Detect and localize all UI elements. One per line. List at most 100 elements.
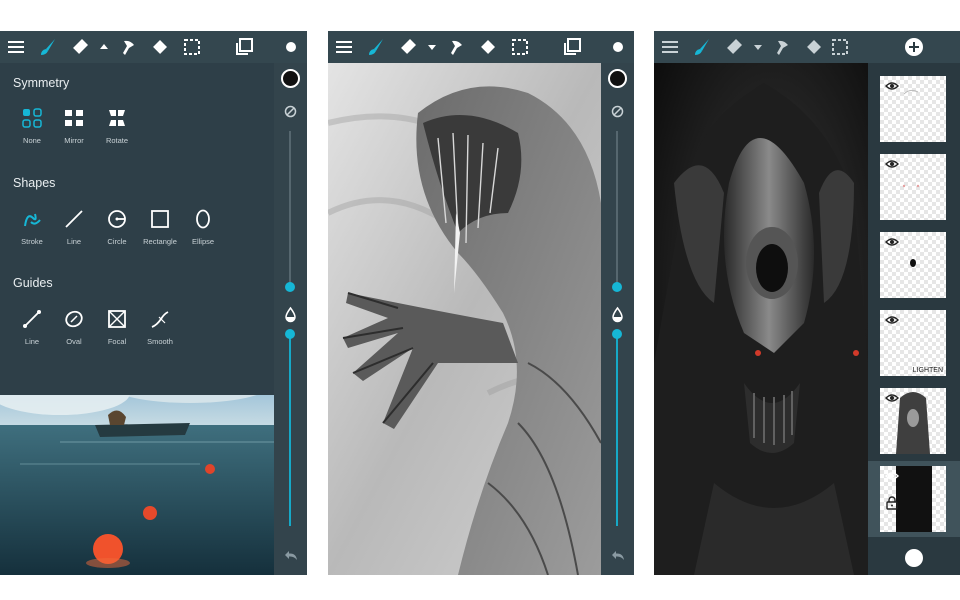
guide-focal-button[interactable]: Focal — [95, 308, 139, 346]
main-toolbar — [0, 31, 274, 63]
fill-icon[interactable] — [144, 31, 176, 63]
app-screen-drawing-canvas — [328, 31, 634, 575]
menu-icon[interactable] — [654, 31, 686, 63]
app-screen-layers-panel: LIGHTEN — [654, 31, 960, 575]
add-layer-button[interactable] — [868, 31, 960, 63]
layer-thumbnail[interactable] — [880, 76, 946, 142]
eraser-icon[interactable] — [392, 31, 424, 63]
guide-smooth-button[interactable]: Smooth — [138, 308, 182, 346]
undo-icon[interactable] — [282, 547, 299, 564]
opacity-slider-fill — [289, 333, 291, 526]
symmetry-mirror-button[interactable]: Mirror — [52, 107, 96, 145]
main-toolbar — [328, 31, 601, 63]
tool-label: Mirror — [64, 136, 84, 145]
ellipse-icon — [196, 209, 210, 229]
selection-icon[interactable] — [176, 31, 208, 63]
color-swatch[interactable] — [608, 69, 627, 88]
stroke-icon — [24, 213, 41, 227]
shape-stroke-button[interactable]: Stroke — [10, 208, 54, 246]
symmetry-rotate-button[interactable]: Rotate — [95, 107, 139, 145]
size-slider-thumb[interactable] — [612, 282, 622, 292]
smudge-icon[interactable] — [766, 31, 798, 63]
shapes-title: Shapes — [13, 176, 56, 190]
shape-circle-button[interactable]: Circle — [95, 208, 139, 246]
guide-oval-icon — [65, 310, 83, 328]
fill-icon[interactable] — [472, 31, 504, 63]
brush-icon[interactable] — [32, 31, 64, 63]
guide-smooth-icon — [151, 311, 169, 328]
tool-label: Rectangle — [143, 237, 177, 246]
opacity-slider-thumb[interactable] — [285, 329, 295, 339]
tool-label: Line — [24, 337, 40, 346]
color-dot-icon[interactable] — [601, 31, 634, 63]
no-texture-icon[interactable] — [282, 103, 299, 120]
menu-icon[interactable] — [328, 31, 360, 63]
opacity-slider-thumb[interactable] — [612, 329, 622, 339]
visibility-eye-icon[interactable] — [885, 471, 899, 481]
menu-icon[interactable] — [0, 31, 32, 63]
eraser-icon[interactable] — [64, 31, 96, 63]
tool-label: Rotate — [105, 136, 129, 145]
selection-icon[interactable] — [830, 31, 852, 63]
guide-line-button[interactable]: Line — [10, 308, 54, 346]
tool-label: Line — [66, 237, 82, 246]
selection-icon[interactable] — [504, 31, 536, 63]
size-slider-track[interactable] — [289, 131, 291, 291]
guide-line-icon — [23, 310, 41, 328]
layer-thumbnail-selected[interactable] — [880, 466, 946, 532]
brush-icon[interactable] — [360, 31, 392, 63]
shape-ellipse-button[interactable]: Ellipse — [181, 208, 225, 246]
layers-icon[interactable] — [228, 31, 260, 63]
smudge-icon[interactable] — [440, 31, 472, 63]
tool-label: Stroke — [21, 237, 43, 246]
brush-icon[interactable] — [686, 31, 718, 63]
tool-label: Smooth — [147, 337, 173, 346]
creature-sketch-canvas[interactable] — [328, 63, 601, 575]
visibility-eye-icon[interactable] — [885, 315, 899, 325]
shape-line-button[interactable]: Line — [52, 208, 96, 246]
layers-icon[interactable] — [556, 31, 588, 63]
fill-icon[interactable] — [798, 31, 830, 63]
opacity-drop-icon — [612, 306, 623, 323]
caret-down-icon[interactable] — [424, 31, 440, 63]
shape-rectangle-button[interactable]: Rectangle — [138, 208, 182, 246]
tool-label: None — [23, 136, 41, 145]
color-dot-icon[interactable] — [274, 31, 307, 63]
undo-icon[interactable] — [609, 547, 626, 564]
layer-thumbnail[interactable] — [880, 388, 946, 454]
symmetry-none-icon — [22, 108, 42, 128]
opacity-drop-icon — [285, 306, 296, 323]
layer-thumbnail[interactable]: LIGHTEN — [880, 310, 946, 376]
layer-thumbnail[interactable] — [880, 154, 946, 220]
caret-down-icon[interactable] — [750, 31, 766, 63]
layer-thumbnail[interactable] — [880, 232, 946, 298]
size-slider-thumb[interactable] — [285, 282, 295, 292]
color-dot-icon[interactable] — [905, 549, 923, 567]
no-texture-icon[interactable] — [609, 103, 626, 120]
brush-settings-rail — [274, 63, 307, 575]
brush-settings-rail — [601, 63, 634, 575]
lock-icon[interactable] — [886, 496, 898, 510]
symmetry-title: Symmetry — [13, 76, 70, 90]
robot-painting-canvas[interactable] — [654, 63, 868, 575]
smudge-icon[interactable] — [112, 31, 144, 63]
symmetry-none-button[interactable]: None — [10, 107, 54, 145]
size-slider-track[interactable] — [616, 131, 618, 291]
mirror-icon — [65, 110, 83, 126]
opacity-slider-fill — [616, 333, 618, 526]
main-toolbar — [654, 31, 868, 63]
line-icon — [65, 210, 83, 228]
eraser-icon[interactable] — [718, 31, 750, 63]
app-screen-symmetry-menu: Symmetry None Mirror Rotate Shapes Strok… — [0, 31, 307, 575]
caret-up-icon[interactable] — [96, 31, 112, 63]
tool-options-menu: Symmetry None Mirror Rotate Shapes Strok… — [0, 63, 274, 395]
rotate-icon — [109, 110, 125, 126]
color-swatch[interactable] — [281, 69, 300, 88]
rectangle-icon — [151, 210, 169, 228]
blend-mode-label: LIGHTEN — [912, 367, 943, 374]
tool-label: Oval — [66, 337, 82, 346]
guide-oval-button[interactable]: Oval — [52, 308, 96, 346]
guides-title: Guides — [13, 276, 53, 290]
